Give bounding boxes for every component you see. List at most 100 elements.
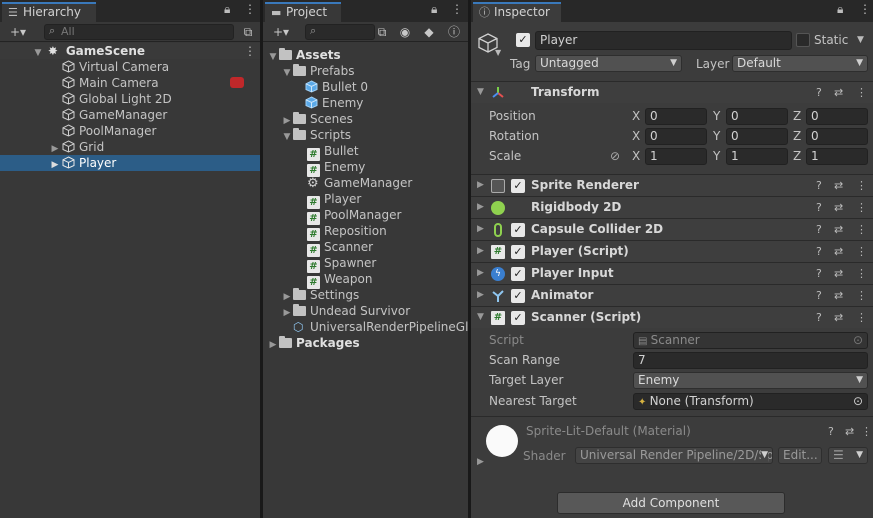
component-menu-icon[interactable]: ⋮ xyxy=(856,175,867,196)
help-icon[interactable]: ? xyxy=(816,82,822,103)
scale-x-field[interactable]: 1 xyxy=(645,148,707,165)
project-item-folder[interactable]: ▼ Prefabs xyxy=(281,63,355,79)
expand-arrow-icon[interactable]: ▼ xyxy=(477,307,484,328)
rotation-x-field[interactable]: 0 xyxy=(645,128,707,145)
hierarchy-search-input[interactable]: ⌕ All xyxy=(44,24,234,40)
project-item-prefab[interactable]: Enemy xyxy=(305,95,363,111)
help-icon[interactable]: ? xyxy=(816,219,822,240)
project-item-script[interactable]: # Enemy xyxy=(307,159,365,177)
capsule-collider2d-header[interactable]: ▶ ✓ Capsule Collider 2D ? ⇄ ⋮ xyxy=(471,218,873,240)
icon-dropdown-caret-icon[interactable]: ▼ xyxy=(495,48,501,57)
object-name-field[interactable]: Player xyxy=(535,31,792,50)
project-item-script[interactable]: # PoolManager xyxy=(307,207,401,225)
expand-arrow-icon[interactable]: ▶ xyxy=(477,219,484,240)
expand-arrow-icon[interactable]: ▶ xyxy=(477,175,484,196)
project-item-script[interactable]: # Player xyxy=(307,191,361,209)
static-dropdown-caret-icon[interactable]: ▼ xyxy=(857,35,864,45)
expand-arrow-icon[interactable]: ▶ xyxy=(477,285,484,306)
nearest-target-field[interactable]: ✦ None (Transform) ⊙ xyxy=(633,393,868,410)
expand-arrow-icon[interactable]: ▼ xyxy=(281,129,293,145)
layer-dropdown[interactable]: Default ▼ xyxy=(732,55,868,72)
presets-icon[interactable]: ⇄ xyxy=(834,263,843,284)
create-button[interactable]: +▾ xyxy=(267,24,295,40)
more-menu-icon[interactable]: ⋮ xyxy=(451,2,463,16)
help-icon[interactable]: ? xyxy=(816,175,822,196)
project-item-script[interactable]: # Spawner xyxy=(307,255,376,273)
component-menu-icon[interactable]: ⋮ xyxy=(856,263,867,284)
expand-arrow-icon[interactable]: ▼ xyxy=(32,45,44,61)
lock-icon[interactable]: 🔒︎ xyxy=(431,2,437,17)
shader-edit-button[interactable]: Edit... xyxy=(778,447,822,464)
shader-options-button[interactable]: ☰ ▼ xyxy=(828,447,868,464)
presets-icon[interactable]: ⇄ xyxy=(834,307,843,328)
hierarchy-item-selected[interactable]: ▶ Player xyxy=(0,155,260,171)
scanner-script-header[interactable]: ▼ # ✓ Scanner (Script) ? ⇄ ⋮ xyxy=(471,306,873,328)
presets-icon[interactable]: ⇄ xyxy=(834,82,843,103)
active-checkbox[interactable]: ✓ xyxy=(516,33,530,47)
project-search-input[interactable]: ⌕ xyxy=(305,24,375,40)
position-y-field[interactable]: 0 xyxy=(726,108,788,125)
expand-arrow-icon[interactable]: ▶ xyxy=(477,457,484,467)
presets-icon[interactable]: ⇄ xyxy=(834,197,843,218)
component-menu-icon[interactable]: ⋮ xyxy=(856,82,867,103)
expand-arrow-icon[interactable]: ▼ xyxy=(267,49,279,65)
inspector-tab[interactable]: ⓘ Inspector xyxy=(473,2,561,22)
component-menu-icon[interactable]: ⋮ xyxy=(861,425,872,438)
project-item-script[interactable]: ⚙ GameManager xyxy=(307,175,412,191)
project-item-prefab[interactable]: Bullet 0 xyxy=(305,79,368,95)
hierarchy-item[interactable]: Global Light 2D xyxy=(62,91,172,107)
project-tab[interactable]: ▬ Project xyxy=(265,2,341,22)
help-icon[interactable]: ? xyxy=(816,241,822,262)
presets-icon[interactable]: ⇄ xyxy=(834,285,843,306)
rigidbody2d-header[interactable]: ▶ Rigidbody 2D ? ⇄ ⋮ xyxy=(471,196,873,218)
position-x-field[interactable]: 0 xyxy=(645,108,707,125)
component-menu-icon[interactable]: ⋮ xyxy=(856,197,867,218)
project-item-asset[interactable]: ⬡ UniversalRenderPipelineGlo xyxy=(293,319,468,335)
component-menu-icon[interactable]: ⋮ xyxy=(856,285,867,306)
presets-icon[interactable]: ⇄ xyxy=(845,425,854,438)
component-enabled-checkbox[interactable]: ✓ xyxy=(511,267,525,281)
presets-icon[interactable]: ⇄ xyxy=(834,241,843,262)
presets-icon[interactable]: ⇄ xyxy=(834,219,843,240)
project-item-packages[interactable]: ▶ Packages xyxy=(267,335,360,351)
help-icon[interactable]: ? xyxy=(816,197,822,218)
project-item-script[interactable]: # Bullet xyxy=(307,143,359,161)
lock-icon[interactable]: 🔒︎ xyxy=(837,2,843,17)
expand-arrow-icon[interactable]: ▶ xyxy=(48,157,62,173)
scan-range-field[interactable]: 7 xyxy=(633,352,868,369)
more-menu-icon[interactable]: ⋮ xyxy=(859,2,871,16)
animator-header[interactable]: ▶ ✓ Animator ? ⇄ ⋮ xyxy=(471,284,873,306)
component-enabled-checkbox[interactable]: ✓ xyxy=(511,245,525,259)
lock-icon[interactable]: 🔒︎ xyxy=(224,2,230,17)
hierarchy-tab[interactable]: ☰ Hierarchy xyxy=(2,2,96,22)
filter-by-label-icon[interactable]: ◆ xyxy=(421,24,437,40)
project-item-folder[interactable]: ▶ Undead Survivor xyxy=(281,303,410,319)
shader-dropdown[interactable]: Universal Render Pipeline/2D/Sp ▼ xyxy=(575,447,773,464)
hierarchy-item[interactable]: GameManager xyxy=(62,107,167,123)
constrain-proportions-icon[interactable]: ⊘ xyxy=(610,147,620,165)
presets-icon[interactable]: ⇄ xyxy=(834,175,843,196)
component-enabled-checkbox[interactable]: ✓ xyxy=(511,223,525,237)
component-enabled-checkbox[interactable]: ✓ xyxy=(511,179,525,193)
hierarchy-item[interactable]: Virtual Camera xyxy=(62,59,169,75)
scene-menu-icon[interactable]: ⋮ xyxy=(244,43,256,59)
add-component-button[interactable]: Add Component xyxy=(557,492,785,514)
help-icon[interactable]: ? xyxy=(816,263,822,284)
sprite-renderer-header[interactable]: ▶ ✓ Sprite Renderer ? ⇄ ⋮ xyxy=(471,174,873,196)
hierarchy-item[interactable]: ▶ Grid xyxy=(48,139,105,155)
expand-arrow-icon[interactable]: ▶ xyxy=(477,197,484,218)
component-menu-icon[interactable]: ⋮ xyxy=(856,307,867,328)
expand-arrow-icon[interactable]: ▶ xyxy=(477,263,484,284)
project-item-folder[interactable]: ▼ Scripts xyxy=(281,127,351,143)
position-z-field[interactable]: 0 xyxy=(806,108,868,125)
material-preview[interactable] xyxy=(486,425,518,457)
object-picker-icon[interactable]: ⊙ xyxy=(853,394,863,409)
expand-arrow-icon[interactable]: ▼ xyxy=(281,65,293,81)
hidden-packages-icon[interactable]: ⓘ xyxy=(446,24,462,40)
more-menu-icon[interactable]: ⋮ xyxy=(244,2,256,16)
create-button[interactable]: +▾ xyxy=(4,24,32,40)
target-layer-dropdown[interactable]: Enemy ▼ xyxy=(633,372,868,389)
expand-arrow-icon[interactable]: ▶ xyxy=(281,305,293,321)
component-enabled-checkbox[interactable]: ✓ xyxy=(511,311,525,325)
static-checkbox[interactable] xyxy=(796,33,810,47)
